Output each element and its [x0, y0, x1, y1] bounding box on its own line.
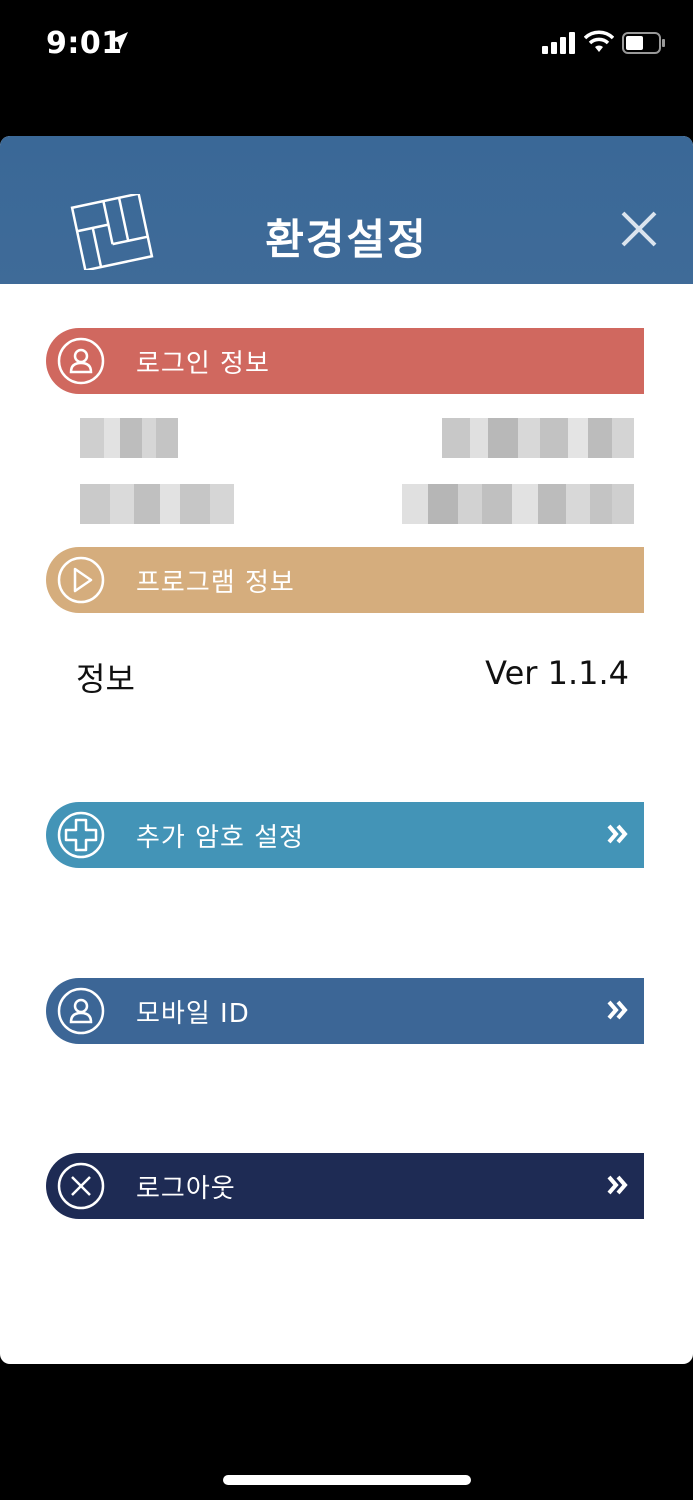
modal-header: 환경설정 — [0, 136, 693, 284]
location-arrow-icon — [110, 32, 128, 50]
user-icon — [57, 987, 105, 1035]
double-chevron-right-icon — [607, 824, 628, 844]
cellular-signal-icon — [542, 32, 575, 54]
page-title: 환경설정 — [265, 215, 428, 264]
battery-icon — [622, 32, 665, 54]
mobile-id-label: 모바일 ID — [136, 999, 250, 1029]
version-value: Ver 1.1.4 — [485, 654, 629, 692]
double-chevron-right-icon — [607, 1000, 628, 1020]
status-bar: 9:01 — [0, 0, 693, 90]
play-icon — [57, 556, 105, 604]
plus-circle-icon — [57, 811, 105, 859]
close-icon[interactable] — [620, 210, 658, 248]
additional-password-label: 추가 암호 설정 — [136, 823, 305, 853]
double-chevron-right-icon — [607, 1175, 628, 1195]
wifi-icon — [584, 30, 614, 52]
user-icon — [57, 337, 105, 385]
redacted-field-value — [402, 484, 634, 524]
home-indicator[interactable] — [223, 1475, 471, 1485]
settings-modal: 환경설정 로그인 정보 프로그램 정보 정보 Ver 1.1.4 추가 암호 설… — [0, 136, 693, 1364]
logout-label: 로그아웃 — [136, 1174, 236, 1204]
x-circle-icon — [57, 1162, 105, 1210]
login-info-label: 로그인 정보 — [136, 349, 270, 379]
login-info-section-header: 로그인 정보 — [46, 328, 644, 394]
program-info-label: 프로그램 정보 — [136, 568, 295, 598]
info-label: 정보 — [76, 660, 135, 698]
redacted-field-label — [80, 418, 178, 458]
additional-password-button[interactable]: 추가 암호 설정 — [46, 802, 644, 868]
program-info-section-header: 프로그램 정보 — [46, 547, 644, 613]
redacted-field-label — [80, 484, 234, 524]
redacted-field-value — [442, 418, 634, 458]
mobile-id-button[interactable]: 모바일 ID — [46, 978, 644, 1044]
logout-button[interactable]: 로그아웃 — [46, 1153, 644, 1219]
